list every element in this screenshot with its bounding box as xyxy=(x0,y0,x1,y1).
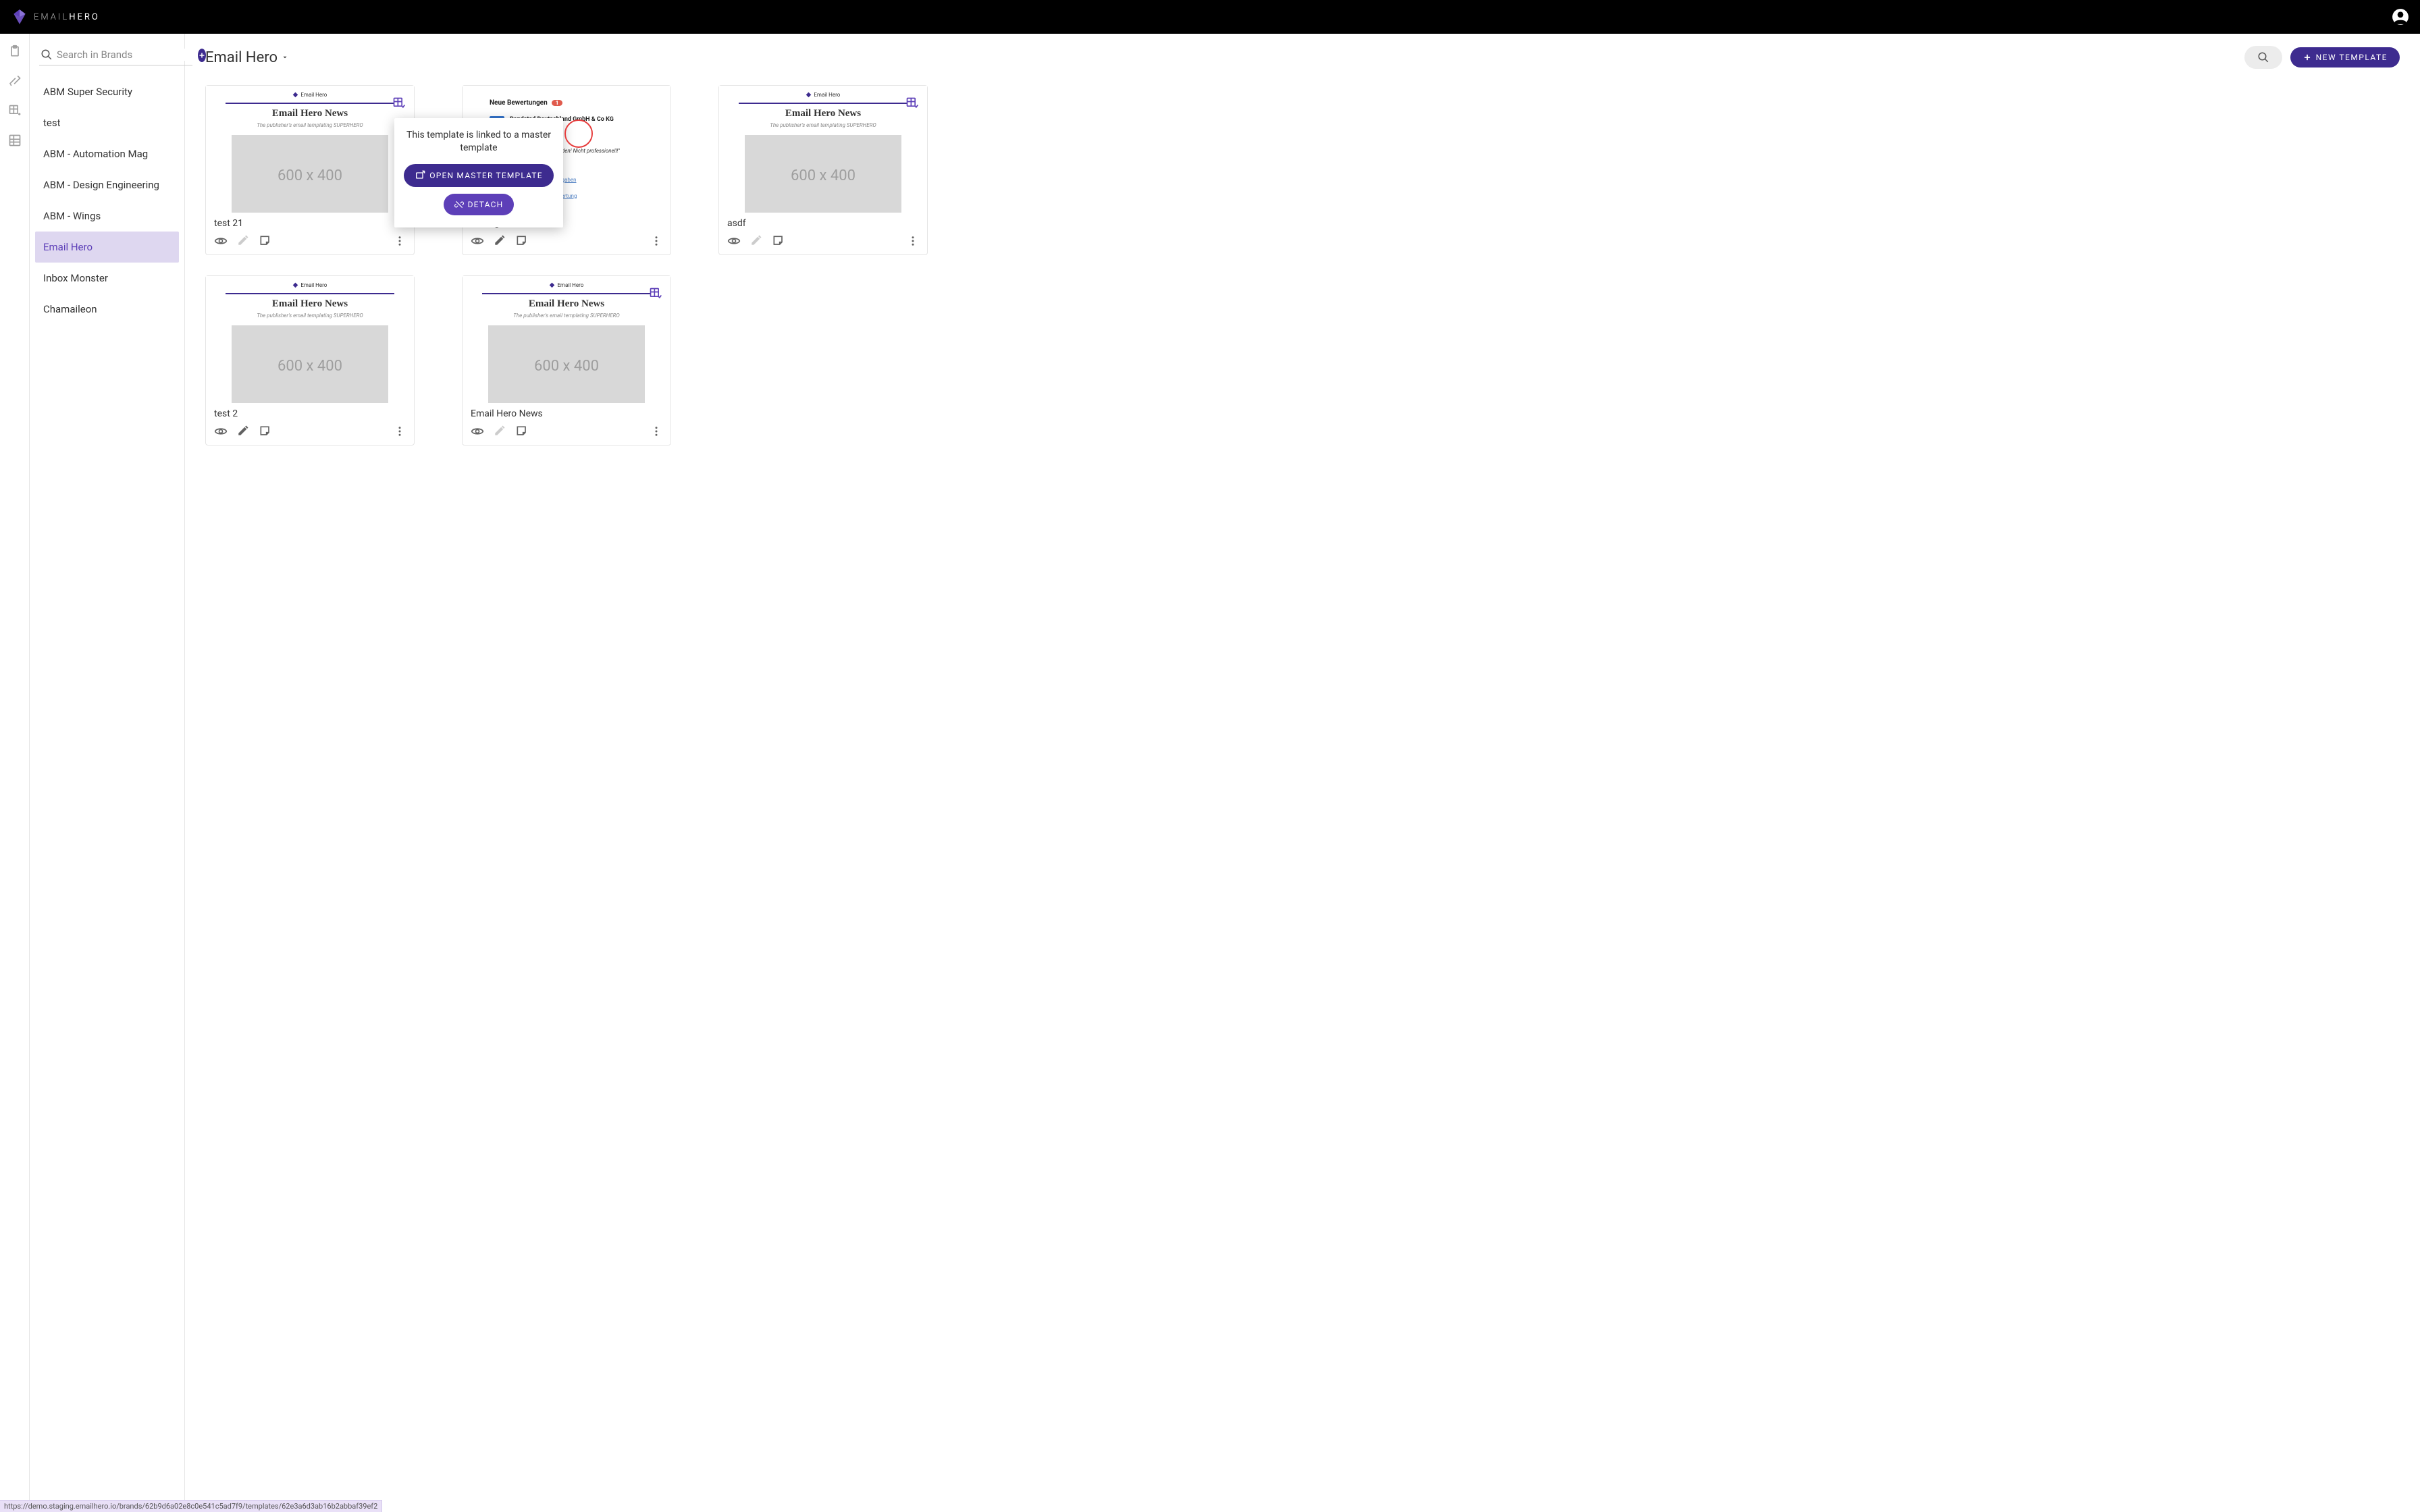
preview-icon[interactable] xyxy=(727,234,741,248)
more-icon[interactable] xyxy=(394,425,406,437)
brand-item[interactable]: ABM - Wings xyxy=(35,200,179,232)
preview-image-placeholder: 600 x 400 xyxy=(745,135,901,213)
preview-icon[interactable] xyxy=(214,425,228,438)
template-preview: ◆ Email Hero Email Hero News The publish… xyxy=(206,276,414,403)
open-icon xyxy=(415,170,425,181)
preview-subtitle: The publisher's email templating SUPERHE… xyxy=(257,122,363,128)
open-master-template-button[interactable]: OPEN MASTER TEMPLATE xyxy=(404,164,554,187)
note-icon[interactable] xyxy=(259,234,272,248)
nav-rail xyxy=(0,34,30,1512)
preview-image-placeholder: 600 x 400 xyxy=(232,325,388,403)
linked-badge-icon[interactable] xyxy=(905,97,919,110)
note-icon[interactable] xyxy=(772,234,785,248)
brand-item[interactable]: Chamaileon xyxy=(35,294,179,325)
template-name: Email Hero News xyxy=(463,403,670,421)
preview-brand-text: Email Hero xyxy=(300,282,327,288)
page-title: Email Hero xyxy=(205,49,278,66)
edit-icon[interactable] xyxy=(494,234,506,248)
linked-badge-icon[interactable] xyxy=(649,287,662,300)
preview-subtitle: The publisher's email templating SUPERHE… xyxy=(257,313,363,319)
diamond-icon: ◆ xyxy=(806,91,812,99)
preview-title: Email Hero News xyxy=(529,298,604,310)
brand-item[interactable]: Inbox Monster xyxy=(35,263,179,294)
popover-text: This template is linked to a master temp… xyxy=(404,129,554,155)
more-icon[interactable] xyxy=(394,235,406,247)
template-card[interactable]: ◆ Email Hero Email Hero News The publish… xyxy=(205,275,415,446)
preview-icon[interactable] xyxy=(214,234,228,248)
note-icon[interactable] xyxy=(259,425,272,438)
more-icon[interactable] xyxy=(907,235,919,247)
template-preview: ◆ Email Hero Email Hero News The publish… xyxy=(719,86,927,213)
template-preview: ◆ Email Hero Email Hero News The publish… xyxy=(463,276,670,403)
template-card[interactable]: ◆ Email Hero Email Hero News The publish… xyxy=(462,275,671,446)
diamond-icon: ◆ xyxy=(550,281,555,289)
preview-brand-text: Email Hero xyxy=(557,282,583,288)
more-icon[interactable] xyxy=(650,235,662,247)
brand-item[interactable]: test xyxy=(35,107,179,138)
status-bar: https://demo.staging.emailhero.io/brands… xyxy=(0,1500,382,1512)
preview-divider xyxy=(739,103,908,104)
main-content: Email Hero NEW TEMPLATE ◆ xyxy=(185,34,2420,1512)
linked-template-popover: This template is linked to a master temp… xyxy=(394,118,563,227)
template-name: test 2 xyxy=(206,403,414,421)
search-icon xyxy=(41,49,53,61)
brand-title-dropdown[interactable]: Email Hero xyxy=(205,49,288,66)
more-icon[interactable] xyxy=(650,425,662,437)
template-card[interactable]: ◆ Email Hero Email Hero News The publish… xyxy=(718,85,928,255)
preview-title: Email Hero News xyxy=(785,108,861,119)
templates-search-button[interactable] xyxy=(2244,46,2282,69)
diamond-icon: ◆ xyxy=(293,281,298,289)
preview-icon[interactable] xyxy=(471,425,484,438)
new-template-button[interactable]: NEW TEMPLATE xyxy=(2290,47,2400,68)
template-name: test 21 xyxy=(206,213,414,230)
app-logo[interactable]: EMAILHERO xyxy=(11,8,100,26)
search-input[interactable] xyxy=(57,49,191,61)
preview-divider xyxy=(226,293,394,294)
preview-brand-text: Email Hero xyxy=(300,92,327,98)
edit-icon[interactable] xyxy=(494,425,506,438)
preview-title: Email Hero News xyxy=(272,298,348,310)
edit-icon[interactable] xyxy=(750,234,762,248)
unlink-icon xyxy=(454,200,464,209)
preview-section-title: Neue Bewertungen xyxy=(490,99,548,107)
preview-subtitle: The publisher's email templating SUPERHE… xyxy=(770,122,876,128)
brands-sidebar: ABM Super SecuritytestABM - Automation M… xyxy=(30,34,185,1512)
preview-image-placeholder: 600 x 400 xyxy=(232,135,388,213)
chevron-down-icon xyxy=(282,54,288,61)
brand-item[interactable]: Email Hero xyxy=(35,232,179,263)
plus-icon xyxy=(2303,53,2312,62)
brand-item[interactable]: ABM Super Security xyxy=(35,76,179,107)
edit-icon[interactable] xyxy=(237,234,249,248)
brand-item[interactable]: ABM - Design Engineering xyxy=(35,169,179,200)
template-name: asdf xyxy=(719,213,927,230)
preview-badge-count: 1 xyxy=(552,100,563,106)
clipboard-icon[interactable] xyxy=(8,45,22,58)
app-name: EMAILHERO xyxy=(34,12,100,22)
grid-icon[interactable] xyxy=(8,134,22,147)
preview-brand-text: Email Hero xyxy=(814,92,840,98)
diamond-icon xyxy=(11,8,28,26)
preview-title: Email Hero News xyxy=(272,108,348,119)
preview-subtitle: The publisher's email templating SUPERHE… xyxy=(513,313,619,319)
preview-image-placeholder: 600 x 400 xyxy=(488,325,645,403)
note-icon[interactable] xyxy=(515,234,529,248)
template-add-icon[interactable] xyxy=(8,104,22,117)
preview-divider xyxy=(226,103,394,104)
template-preview: ◆ Email Hero Email Hero News The publish… xyxy=(206,86,414,213)
topbar: EMAILHERO xyxy=(0,0,2420,34)
tools-icon[interactable] xyxy=(8,74,22,88)
preview-icon[interactable] xyxy=(471,234,484,248)
edit-icon[interactable] xyxy=(237,425,249,438)
brand-list: ABM Super SecuritytestABM - Automation M… xyxy=(35,76,179,325)
brand-item[interactable]: ABM - Automation Mag xyxy=(35,138,179,169)
preview-divider xyxy=(482,293,651,294)
status-url: https://demo.staging.emailhero.io/brands… xyxy=(4,1502,377,1511)
detach-button[interactable]: DETACH xyxy=(444,194,515,215)
search-input-wrap[interactable] xyxy=(39,45,192,65)
note-icon[interactable] xyxy=(515,425,529,438)
diamond-icon: ◆ xyxy=(293,91,298,99)
template-card[interactable]: ◆ Email Hero Email Hero News The publish… xyxy=(205,85,415,255)
account-icon[interactable] xyxy=(2392,8,2409,26)
linked-badge-icon[interactable] xyxy=(392,97,406,110)
